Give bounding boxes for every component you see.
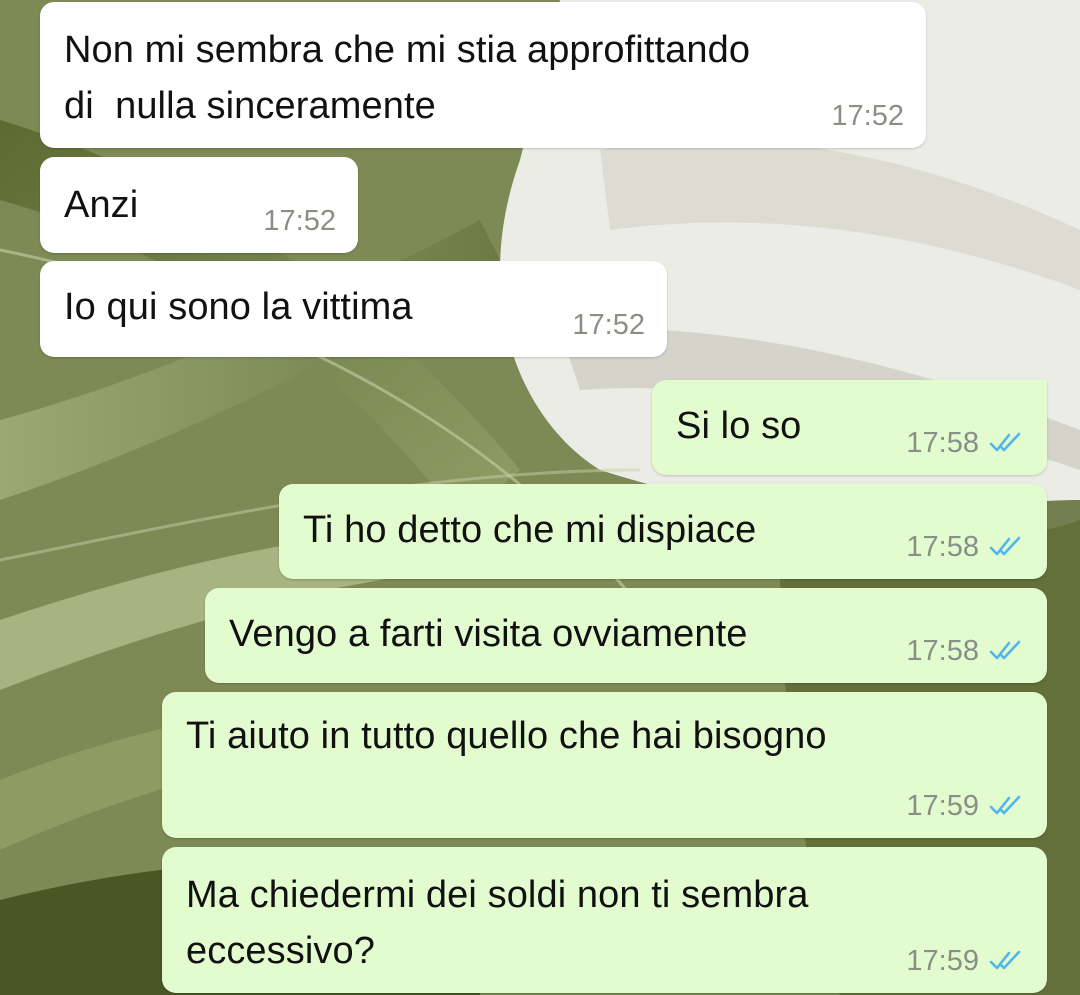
- message-timestamp: 17:58: [906, 427, 979, 459]
- message-bubble-incoming[interactable]: Anzi 17:52: [40, 157, 358, 253]
- message-text: Io qui sono la vittima: [64, 286, 413, 328]
- message-meta: 17:52: [263, 205, 336, 237]
- message-meta: 17:52: [831, 100, 904, 132]
- message-timestamp: 17:58: [906, 635, 979, 667]
- message-meta: 17:58: [906, 531, 1023, 563]
- message-bubble-incoming[interactable]: Io qui sono la vittima 17:52: [40, 261, 667, 357]
- message-timestamp: 17:59: [906, 790, 979, 822]
- message-timestamp: 17:59: [906, 945, 979, 977]
- double-check-icon: [989, 795, 1021, 815]
- message-meta: 17:59: [906, 790, 1023, 822]
- message-timestamp: 17:58: [906, 531, 979, 563]
- message-timestamp: 17:52: [831, 100, 904, 132]
- message-bubble-outgoing[interactable]: Ti aiuto in tutto quello che hai bisogno…: [162, 692, 1047, 838]
- message-text: Vengo a farti visita ovviamente: [229, 613, 748, 655]
- double-check-icon: [989, 640, 1021, 660]
- message-bubble-outgoing[interactable]: Si lo so 17:58: [652, 380, 1047, 475]
- message-bubble-outgoing[interactable]: Ti ho detto che mi dispiace 17:58: [279, 484, 1047, 579]
- double-check-icon: [989, 950, 1021, 970]
- message-timestamp: 17:52: [572, 309, 645, 341]
- message-text: Si lo so: [676, 405, 802, 447]
- message-meta: 17:52: [572, 309, 645, 341]
- message-bubble-outgoing[interactable]: Ma chiedermi dei soldi non ti sembra ecc…: [162, 847, 1047, 993]
- double-check-icon: [989, 432, 1021, 452]
- message-meta: 17:58: [906, 635, 1023, 667]
- message-text: Ma chiedermi dei soldi non ti sembra ecc…: [186, 874, 809, 972]
- message-meta: 17:59: [906, 945, 1023, 977]
- message-text: Non mi sembra che mi stia approfittando …: [64, 29, 751, 127]
- message-text: Ti aiuto in tutto quello che hai bisogno: [186, 715, 827, 757]
- message-text: Ti ho detto che mi dispiace: [303, 509, 757, 551]
- message-text: Anzi: [64, 184, 139, 226]
- message-meta: 17:58: [906, 427, 1023, 459]
- double-check-icon: [989, 536, 1021, 556]
- message-timestamp: 17:52: [263, 205, 336, 237]
- message-bubble-incoming[interactable]: Non mi sembra che mi stia approfittando …: [40, 2, 926, 148]
- message-bubble-outgoing[interactable]: Vengo a farti visita ovviamente 17:58: [205, 588, 1047, 683]
